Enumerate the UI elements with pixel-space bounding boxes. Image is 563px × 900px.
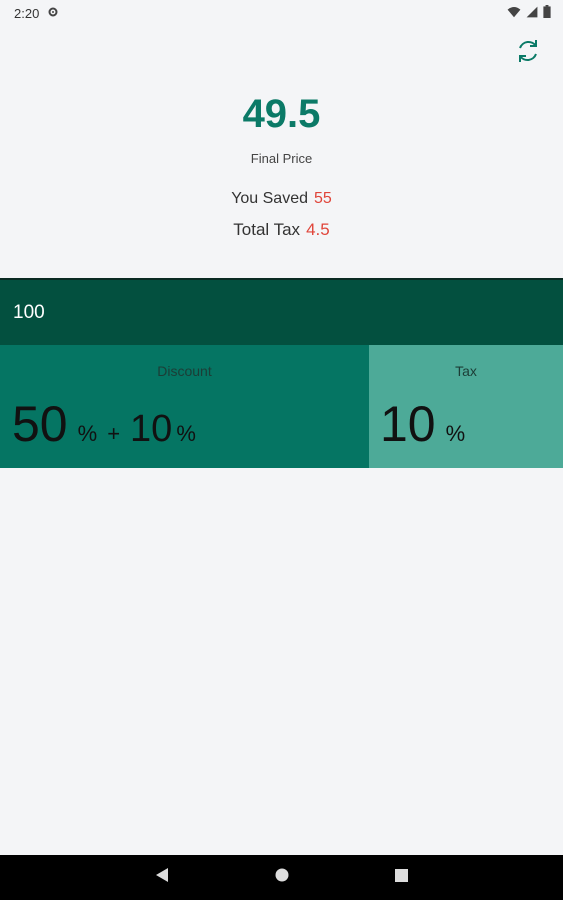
discount-plus-sign: + (107, 421, 121, 446)
tax-panel[interactable]: Tax 10 % (369, 345, 563, 468)
refresh-button[interactable] (513, 38, 543, 68)
back-button[interactable] (152, 868, 172, 888)
discount-value-primary[interactable]: 50 (12, 395, 68, 453)
discount-percent-sign-secondary: % (176, 421, 196, 446)
discount-percent-sign: % (77, 421, 98, 446)
final-price-label: Final Price (250, 151, 313, 166)
home-button[interactable] (272, 868, 292, 888)
navigation-bar (0, 855, 563, 900)
saved-row: You Saved 55 (0, 190, 563, 208)
rate-panels: Discount 50 % + 10 % Tax 10 % (0, 345, 563, 468)
total-tax-label: Total Tax (233, 220, 301, 239)
battery-icon (543, 5, 551, 21)
tax-values: 10 % (380, 395, 465, 453)
recents-icon (395, 868, 408, 887)
gear-icon (47, 6, 59, 21)
home-icon (275, 868, 289, 887)
total-tax-value: 4.5 (306, 220, 330, 239)
discount-label: Discount (157, 363, 212, 379)
tax-label: Tax (455, 363, 477, 379)
back-icon (155, 867, 169, 888)
saved-label: You Saved (231, 190, 308, 207)
refresh-icon (514, 37, 542, 70)
status-time: 2:20 (14, 5, 40, 21)
signal-icon (526, 6, 538, 21)
saved-value: 55 (314, 190, 332, 207)
total-tax-row: Total Tax 4.5 (0, 220, 563, 240)
final-price: 49.5 (242, 92, 321, 136)
status-bar: 2:20 (0, 0, 563, 26)
tax-value[interactable]: 10 (380, 395, 436, 453)
discount-panel[interactable]: Discount 50 % + 10 % (0, 345, 369, 468)
tax-percent-sign: % (445, 421, 466, 446)
price-input-value: 100 (13, 301, 45, 323)
recents-button[interactable] (392, 868, 412, 888)
status-icons (507, 5, 551, 21)
discount-values: 50 % + 10 % (12, 395, 196, 453)
wifi-icon (507, 6, 521, 21)
price-input[interactable]: 100 (0, 278, 563, 345)
discount-value-secondary[interactable]: 10 (130, 408, 172, 451)
